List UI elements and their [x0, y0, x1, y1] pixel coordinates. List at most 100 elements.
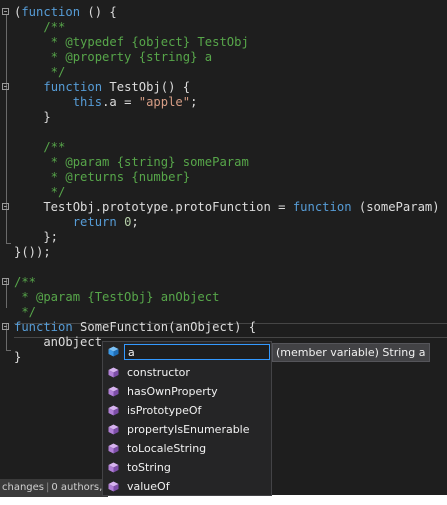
code-line[interactable]: * @property {string} a: [0, 50, 447, 65]
completion-item[interactable]: toString: [103, 458, 271, 477]
code-text: function SomeFunction(anObject) {: [14, 320, 256, 335]
code-line[interactable]: TestObj.prototype.protoFunction = functi…: [0, 200, 447, 215]
completion-item-label: constructor: [127, 366, 190, 379]
code-text: * @typedef {object} TestObj: [14, 35, 249, 50]
completion-item[interactable]: propertyIsEnumerable: [103, 420, 271, 439]
code-line[interactable]: */: [0, 65, 447, 80]
code-token: (someParam) {: [351, 200, 447, 214]
code-text: anObject.: [14, 335, 109, 350]
completion-item-label: isPrototypeOf: [127, 404, 202, 417]
code-line[interactable]: return 0;: [0, 215, 447, 230]
code-line[interactable]: };: [0, 230, 447, 245]
code-line[interactable]: function SomeFunction(anObject) {: [0, 320, 447, 335]
code-text: TestObj.prototype.protoFunction = functi…: [14, 200, 447, 215]
code-line[interactable]: /**: [0, 20, 447, 35]
code-line[interactable]: * @typedef {object} TestObj: [0, 35, 447, 50]
code-token: }: [14, 350, 22, 364]
code-text: */: [14, 185, 66, 200]
code-token: * @param {string} someParam: [14, 155, 249, 169]
code-token: this: [72, 95, 103, 109]
code-token: * @returns {number}: [14, 170, 191, 184]
code-text: (function () {: [14, 5, 117, 20]
code-text: */: [14, 305, 36, 320]
code-text: this.a = "apple";: [14, 95, 198, 110]
completion-item[interactable]: hasOwnProperty: [103, 382, 271, 401]
code-token: }());: [14, 245, 51, 259]
code-token: * @property {string} a: [14, 50, 213, 64]
method-icon: [108, 443, 119, 454]
completion-filter-row: [103, 342, 271, 362]
code-token: * @typedef {object} TestObj: [14, 35, 249, 49]
code-text: * @param {TestObj} anObject: [14, 290, 219, 305]
code-text: function TestObj() {: [14, 80, 190, 95]
code-token: TestObj() {: [102, 80, 191, 94]
collapse-icon[interactable]: [2, 323, 9, 330]
completion-item[interactable]: toLocaleString: [103, 439, 271, 458]
code-token: ;: [190, 95, 198, 109]
code-line[interactable]: /**: [0, 275, 447, 290]
code-line[interactable]: this.a = "apple";: [0, 95, 447, 110]
code-text: }: [14, 350, 21, 365]
completion-item[interactable]: constructor: [103, 363, 271, 382]
completion-item-label: toLocaleString: [127, 442, 207, 455]
code-line[interactable]: */: [0, 305, 447, 320]
code-text: /**: [14, 20, 65, 35]
status-bar: changes | 0 authors, 0: [0, 479, 108, 497]
method-icon: [108, 462, 119, 473]
collapse-icon[interactable]: [2, 83, 9, 90]
code-token: () {: [80, 5, 117, 19]
code-token: /**: [14, 275, 37, 289]
code-token: ;: [131, 215, 139, 229]
code-line[interactable]: }());: [0, 245, 447, 260]
code-line[interactable]: }: [0, 110, 447, 125]
code-token: * @param {TestObj} anObject: [14, 290, 220, 304]
changes-indicator[interactable]: changes: [0, 482, 46, 493]
method-icon: [108, 405, 119, 416]
code-text: }: [14, 110, 51, 125]
code-token: .a =: [102, 95, 139, 109]
code-token: }: [14, 110, 51, 124]
intellisense-completion-list[interactable]: constructor hasOwnProperty isPrototypeOf pr…: [102, 341, 272, 496]
code-line[interactable]: /**: [0, 140, 447, 155]
code-token: function: [292, 200, 352, 214]
method-icon: [108, 367, 119, 378]
code-line[interactable]: * @param {string} someParam: [0, 155, 447, 170]
code-text: };: [14, 230, 58, 245]
completion-item[interactable]: valueOf: [103, 477, 271, 496]
authors-indicator[interactable]: 0 authors, 0: [49, 482, 108, 493]
method-icon: [108, 481, 119, 492]
code-token: function: [21, 5, 81, 19]
code-line[interactable]: * @param {TestObj} anObject: [0, 290, 447, 305]
code-token: TestObj.prototype.protoFunction =: [14, 200, 293, 214]
code-token: /**: [14, 20, 66, 34]
method-icon: [108, 424, 119, 435]
code-text: /**: [14, 140, 65, 155]
code-token: "apple": [138, 95, 191, 109]
code-line[interactable]: function TestObj() {: [0, 80, 447, 95]
code-token: return: [72, 215, 117, 229]
code-line[interactable]: [0, 260, 447, 275]
code-line[interactable]: * @returns {number}: [0, 170, 447, 185]
collapse-icon[interactable]: [2, 278, 9, 285]
completion-filter-input[interactable]: [124, 344, 270, 360]
code-token: */: [14, 305, 37, 319]
code-line[interactable]: [0, 125, 447, 140]
member-tooltip: (member variable) String a: [272, 343, 430, 362]
code-line[interactable]: (function () {: [0, 5, 447, 20]
code-token: anObject.: [14, 335, 110, 349]
collapse-icon[interactable]: [2, 203, 9, 210]
code-text: /**: [14, 275, 36, 290]
code-line[interactable]: */: [0, 185, 447, 200]
code-token: };: [14, 230, 59, 244]
code-token: */: [14, 65, 66, 79]
collapse-icon[interactable]: [2, 8, 9, 15]
code-text: return 0;: [14, 215, 139, 230]
code-token: function: [14, 320, 73, 334]
completion-item[interactable]: isPrototypeOf: [103, 401, 271, 420]
completion-item-label: hasOwnProperty: [127, 385, 218, 398]
method-icon: [108, 386, 119, 397]
completion-item-label: toString: [127, 461, 171, 474]
code-token: function: [43, 80, 103, 94]
